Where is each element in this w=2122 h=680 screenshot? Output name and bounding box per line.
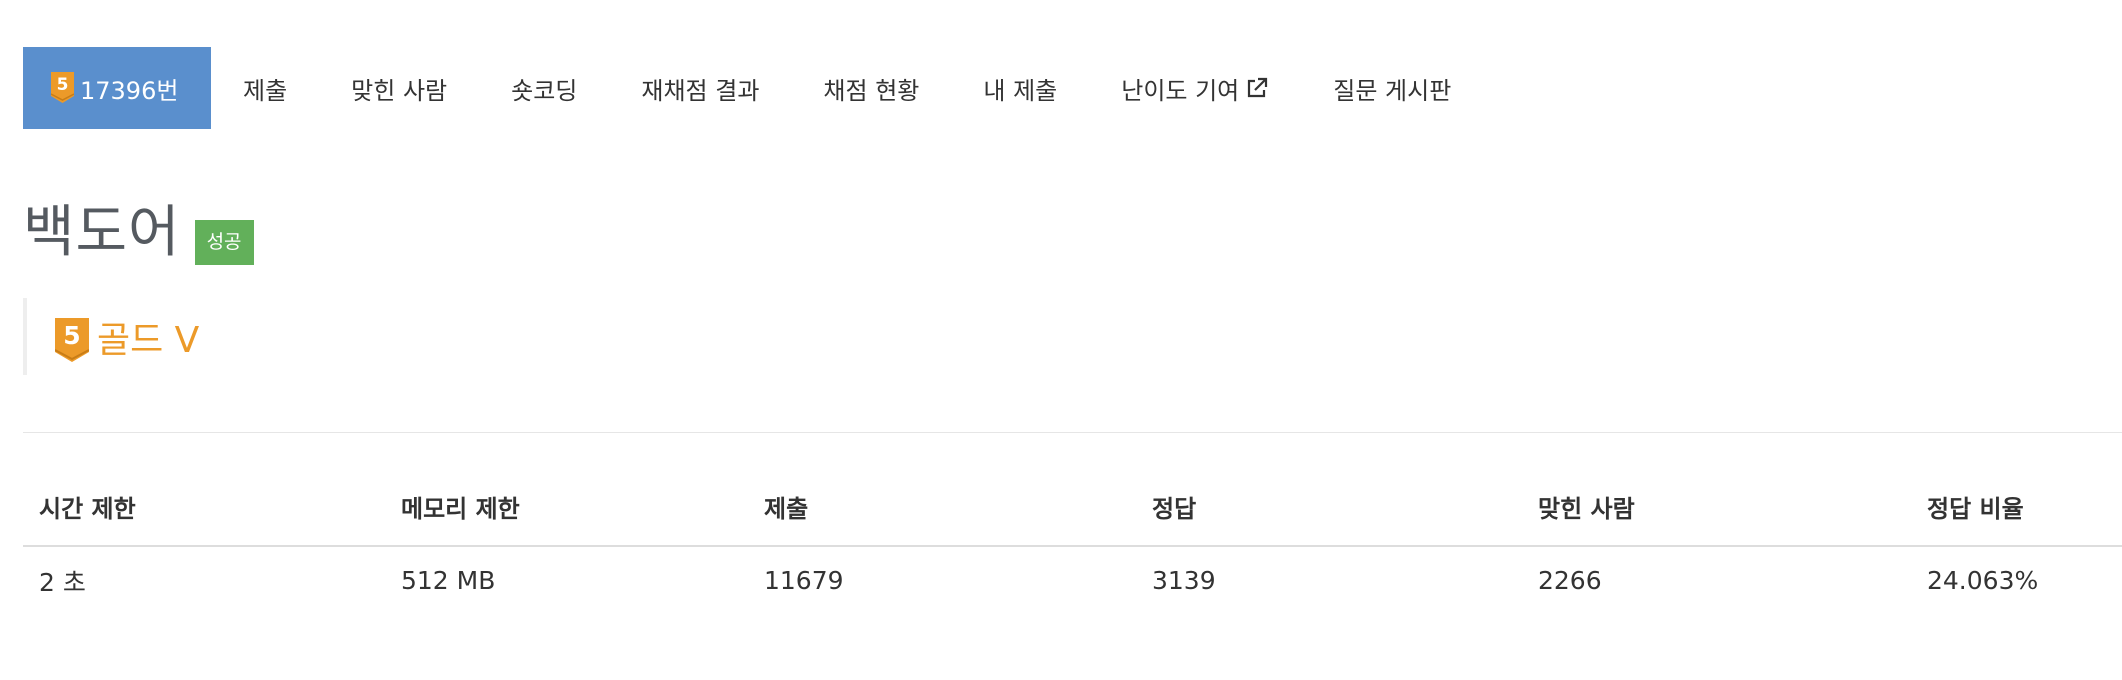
table-header-row: 시간 제한 메모리 제한 제출 정답 맞힌 사람 정답 비율 — [23, 468, 2122, 547]
problem-tier: 5 골드 V — [23, 298, 199, 375]
tier-label[interactable]: 골드 V — [97, 311, 199, 363]
problem-page: 5 17396번 제출 맞힌 사람 숏코딩 재채점 결과 채점 현황 내 제출 … — [0, 0, 2122, 680]
tab-my-submissions[interactable]: 내 제출 — [951, 47, 1089, 129]
tier-number: 5 — [63, 321, 80, 350]
cell-submissions: 11679 — [764, 566, 844, 595]
tier-number: 5 — [57, 75, 69, 95]
header-solved-users: 맞힌 사람 — [1522, 468, 1911, 547]
cell-accept-ratio: 24.063% — [1927, 566, 2039, 595]
status-badge: 성공 — [194, 220, 254, 265]
tab-question-board[interactable]: 질문 게시판 — [1301, 47, 1483, 129]
cell-accepted: 3139 — [1152, 566, 1216, 595]
header-submissions: 제출 — [748, 468, 1136, 547]
tier-gold-5-icon: 5 — [55, 317, 89, 364]
tab-difficulty-contribution-label: 난이도 기여 — [1121, 76, 1240, 105]
tab-rejudge-result[interactable]: 재채점 결과 — [609, 47, 791, 129]
table-row: 2 초 512 MB 11679 3139 2266 24.063% — [23, 546, 2122, 614]
tab-short-coding[interactable]: 숏코딩 — [479, 47, 609, 129]
problem-number: 17396번 — [80, 76, 179, 105]
header-time-limit: 시간 제한 — [23, 468, 385, 547]
tab-difficulty-contribution[interactable]: 난이도 기여 — [1089, 47, 1301, 129]
tier-gold-5-icon: 5 — [51, 72, 74, 104]
header-accept-ratio: 정답 비율 — [1911, 468, 2122, 547]
cell-solved-users: 2266 — [1538, 566, 1602, 595]
cell-time-limit: 2 초 — [39, 567, 86, 597]
cell-memory-limit: 512 MB — [401, 566, 496, 595]
external-link-icon — [1245, 76, 1269, 100]
header-memory-limit: 메모리 제한 — [385, 468, 748, 547]
page-title: 백도어 — [23, 200, 181, 265]
problem-info-table: 시간 제한 메모리 제한 제출 정답 맞힌 사람 정답 비율 2 초 512 M… — [23, 468, 2122, 614]
problem-header: 백도어 성공 — [23, 200, 254, 265]
header-accepted: 정답 — [1136, 468, 1522, 547]
tab-judge-status[interactable]: 채점 현황 — [791, 47, 951, 129]
tab-solved-users[interactable]: 맞힌 사람 — [319, 47, 479, 129]
tab-problem[interactable]: 5 17396번 — [23, 47, 211, 129]
divider — [23, 432, 2122, 433]
tab-submit[interactable]: 제출 — [211, 47, 319, 129]
problem-menu: 5 17396번 제출 맞힌 사람 숏코딩 재채점 결과 채점 현황 내 제출 … — [23, 47, 1483, 129]
